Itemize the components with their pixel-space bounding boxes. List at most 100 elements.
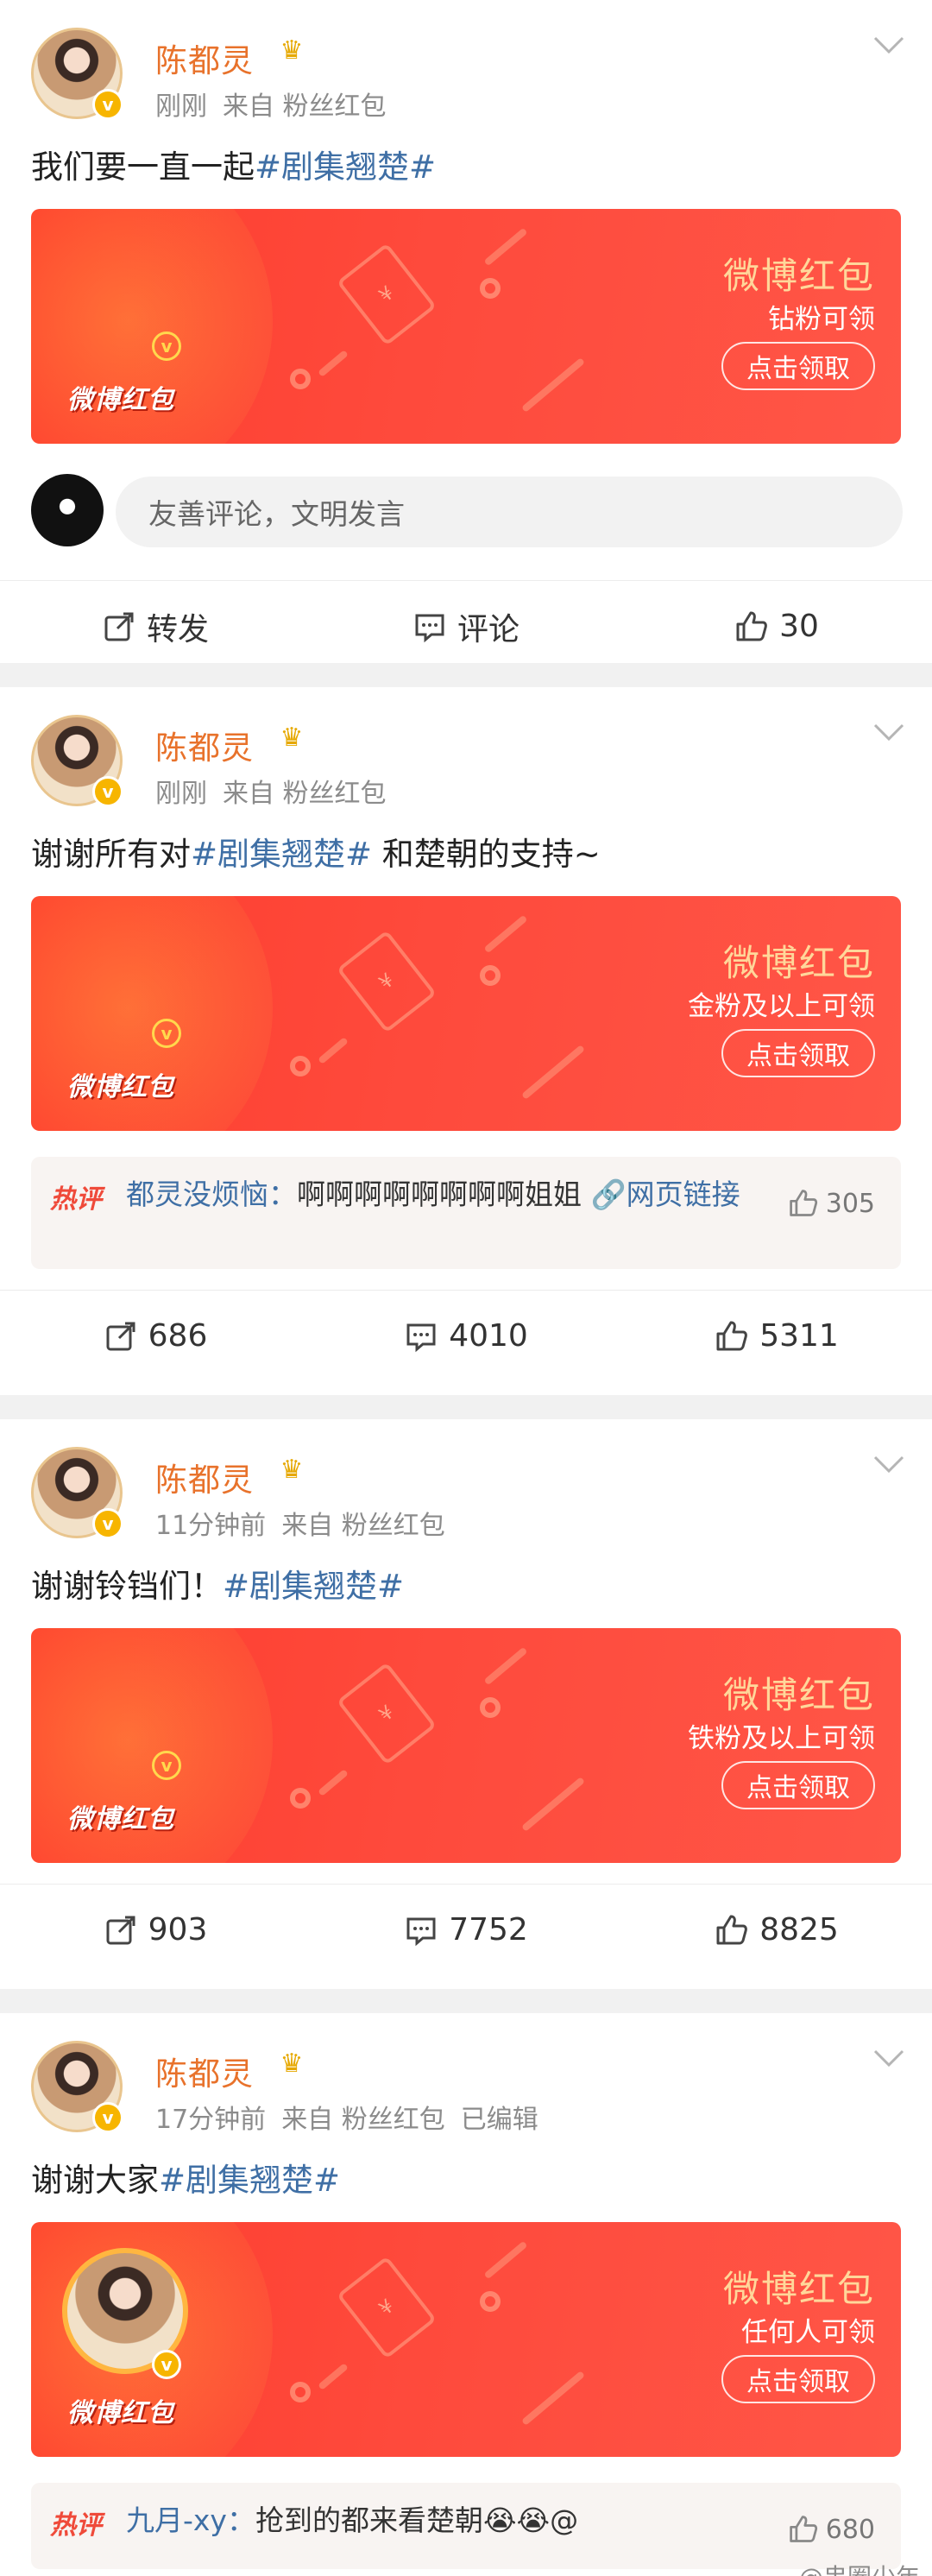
hot-comment-like[interactable]: 305: [788, 1188, 875, 1219]
hot-comment-text: 九月-xy：抢到的都来看楚朝😭😭@: [126, 2500, 754, 2541]
red-packet-card[interactable]: ¥ v 微博红包 微博红包 金粉及以上可领 点击领取: [31, 896, 901, 1131]
verified-mark-icon: v: [152, 331, 181, 361]
card-decoration: [318, 1037, 349, 1064]
comment-count: 4010: [449, 1318, 528, 1354]
comment-count: 7752: [449, 1912, 528, 1948]
username[interactable]: 陈都灵: [155, 722, 254, 768]
chevron-down-icon[interactable]: [872, 2048, 906, 2070]
repost-button[interactable]: 686: [0, 1318, 311, 1354]
like-count: 30: [779, 609, 819, 644]
hot-comment-text: 都灵没烦恼：啊啊啊啊啊啊啊啊姐姐 🔗网页链接: [126, 1174, 754, 1215]
red-packet-title: 微博红包: [722, 1674, 875, 1716]
weibo-feed: v 陈都灵 ♛ 刚刚来自 粉丝红包 我们要一直一起#剧集翘楚# ¥ v 微博红包…: [0, 0, 932, 2576]
red-packet-card[interactable]: ¥ v 微博红包 微博红包 任何人可领 点击领取: [31, 2222, 901, 2457]
card-decoration: [483, 914, 528, 954]
post-text: 谢谢铃铛们！#剧集翘楚#: [0, 1540, 932, 1609]
comment-input[interactable]: 友善评论，文明发言: [116, 477, 903, 547]
repost-label: 转发: [146, 611, 209, 647]
chevron-down-icon[interactable]: [872, 35, 906, 57]
crown-icon: ♛: [280, 35, 304, 66]
thumbs-up-icon: [716, 1321, 748, 1350]
red-packet-eligibility: 铁粉及以上可领: [688, 1723, 875, 1754]
comment-button[interactable]: 评论: [311, 604, 621, 649]
verified-mark-icon: v: [152, 1751, 181, 1780]
card-decoration: [290, 1056, 311, 1076]
claim-button[interactable]: 点击领取: [721, 2355, 875, 2403]
hot-comment-body: 啊啊啊啊啊啊啊啊姐姐: [297, 1178, 591, 1211]
avatar[interactable]: v: [31, 28, 123, 120]
thumbs-up-icon: [789, 1190, 817, 1216]
comment-icon: [415, 614, 444, 642]
verified-mark-icon: v: [152, 1019, 181, 1048]
hot-comment-user[interactable]: 都灵没烦恼：: [126, 1178, 297, 1211]
weibo-post: v 陈都灵 ♛ 17分钟前 来自 粉丝红包 已编辑 谢谢大家#剧集翘楚# ¥ v 微…: [0, 2013, 932, 2576]
red-packet-card[interactable]: ¥ v 微博红包 微博红包 铁粉及以上可领 点击领取: [31, 1628, 901, 1863]
like-button[interactable]: 30: [621, 609, 932, 644]
thumbs-up-icon: [789, 2516, 817, 2542]
repost-button[interactable]: 转发: [0, 604, 311, 649]
envelope-icon: ¥: [336, 1662, 438, 1765]
verified-badge-icon: v: [92, 89, 123, 120]
avatar[interactable]: v: [31, 715, 123, 807]
comment-button[interactable]: 7752: [311, 1912, 621, 1948]
post-time: 刚刚: [155, 779, 207, 809]
hashtag-link[interactable]: #剧集翘楚#: [191, 836, 372, 873]
post-text-tail: 和楚朝的支持~: [372, 836, 601, 873]
verified-badge-icon: v: [92, 1508, 123, 1539]
chevron-down-icon[interactable]: [872, 1454, 906, 1476]
red-packet-card[interactable]: ¥ v 微博红包 微博红包 钻粉可领 点击领取: [31, 209, 901, 444]
post-text: 谢谢所有对#剧集翘楚# 和楚朝的支持~: [0, 808, 932, 877]
verified-badge-icon: v: [92, 2102, 123, 2133]
card-decoration: [318, 1769, 349, 1796]
card-decoration: [318, 2363, 349, 2390]
my-avatar: [31, 474, 104, 546]
username[interactable]: 陈都灵: [155, 2048, 254, 2094]
crown-icon: ♛: [280, 722, 304, 753]
card-decoration: [483, 227, 528, 267]
hashtag-link[interactable]: #剧集翘楚#: [255, 148, 436, 186]
post-time: 17分钟前: [155, 2105, 267, 2135]
card-decoration: [290, 2382, 311, 2402]
username[interactable]: 陈都灵: [155, 35, 254, 81]
hot-comment-user[interactable]: 九月-xy：: [126, 2503, 255, 2537]
like-button[interactable]: 5311: [621, 1318, 932, 1354]
username[interactable]: 陈都灵: [155, 1454, 254, 1500]
web-link[interactable]: 🔗网页链接: [591, 1178, 740, 1211]
hot-comment-like-count: 680: [825, 2514, 875, 2545]
claim-button[interactable]: 点击领取: [721, 1761, 875, 1809]
avatar[interactable]: v: [31, 2041, 123, 2133]
post-time: 刚刚: [155, 92, 207, 122]
card-decoration: [318, 350, 349, 377]
comment-button[interactable]: 4010: [311, 1318, 621, 1354]
card-decoration: [480, 278, 501, 299]
verified-badge-icon: v: [92, 776, 123, 807]
red-packet-brand: 微博红包: [67, 385, 174, 415]
like-button[interactable]: 8825: [621, 1912, 932, 1948]
hashtag-link[interactable]: #剧集翘楚#: [159, 2162, 340, 2199]
claim-button[interactable]: 点击领取: [721, 342, 875, 390]
hashtag-link[interactable]: #剧集翘楚#: [223, 1568, 404, 1605]
post-text-body: 谢谢大家: [31, 2162, 159, 2199]
watermark: @串圈少年: [799, 2559, 920, 2576]
red-packet-eligibility: 任何人可领: [741, 2317, 875, 2348]
post-meta: 11分钟前 来自 粉丝红包: [155, 1504, 461, 1542]
post-text: 我们要一直一起#剧集翘楚#: [0, 121, 932, 190]
red-packet-brand: 微博红包: [67, 1072, 174, 1102]
claim-button[interactable]: 点击领取: [721, 1029, 875, 1077]
envelope-icon: ¥: [336, 930, 438, 1033]
hot-comment-like[interactable]: 680: [788, 2514, 875, 2545]
like-count: 8825: [759, 1912, 839, 1948]
repost-icon: [106, 1916, 135, 1944]
hot-comment[interactable]: 热评 九月-xy：抢到的都来看楚朝😭😭@ 680: [31, 2483, 901, 2569]
chevron-down-icon[interactable]: [872, 722, 906, 744]
hot-comment-like-count: 305: [825, 1188, 875, 1219]
avatar[interactable]: v: [31, 1447, 123, 1539]
post-source: 来自 粉丝红包: [281, 1511, 445, 1541]
red-packet-title: 微博红包: [722, 255, 875, 297]
hot-comment-label: 热评: [50, 2510, 102, 2541]
card-decoration: [483, 1646, 528, 1686]
post-time: 11分钟前: [155, 1511, 267, 1541]
repost-button[interactable]: 903: [0, 1912, 311, 1948]
weibo-post: v 陈都灵 ♛ 刚刚 来自 粉丝红包 谢谢所有对#剧集翘楚# 和楚朝的支持~ ¥ …: [0, 687, 932, 1395]
hot-comment[interactable]: 热评 都灵没烦恼：啊啊啊啊啊啊啊啊姐姐 🔗网页链接 305: [31, 1157, 901, 1269]
